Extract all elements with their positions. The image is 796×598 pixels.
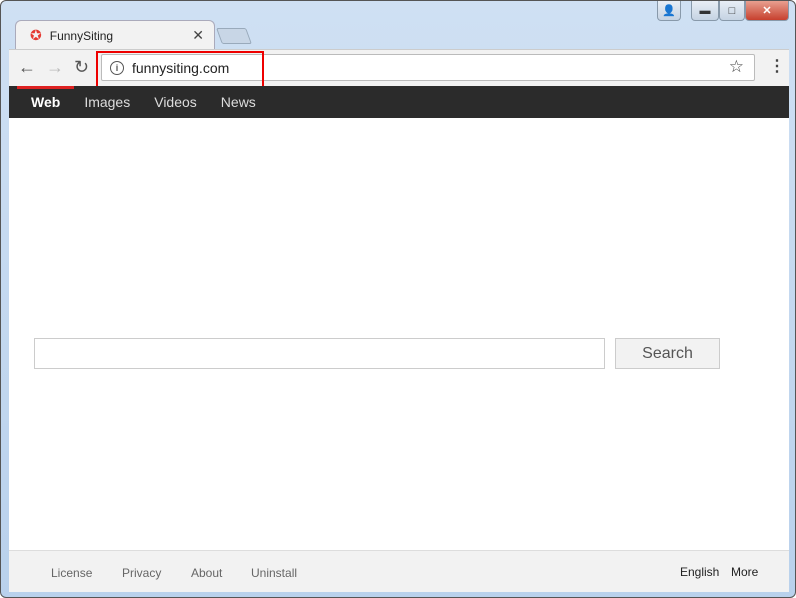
- footer-about[interactable]: About: [191, 566, 222, 580]
- minimize-button[interactable]: ▬: [691, 1, 719, 21]
- profile-button[interactable]: 👤: [657, 1, 681, 21]
- kebab-menu-icon[interactable]: ⋮: [769, 56, 785, 76]
- highlight-box: [96, 51, 264, 91]
- close-window-button[interactable]: ✕: [745, 1, 789, 21]
- star-icon[interactable]: ☆: [729, 57, 744, 77]
- new-tab-button[interactable]: [216, 28, 252, 44]
- nav-news[interactable]: News: [209, 86, 268, 118]
- search-button[interactable]: Search: [615, 338, 720, 369]
- footer: License Privacy About Uninstall English …: [9, 550, 789, 592]
- nav-images[interactable]: Images: [72, 86, 142, 118]
- reload-icon[interactable]: ↻: [74, 57, 89, 78]
- nav-web[interactable]: Web: [16, 86, 75, 118]
- red-star-icon: ✪: [30, 27, 42, 43]
- footer-license[interactable]: License: [51, 566, 92, 580]
- footer-privacy[interactable]: Privacy: [122, 566, 161, 580]
- search-input[interactable]: [34, 338, 605, 369]
- search-nav: Web Images Videos News: [9, 86, 789, 118]
- browser-window: 👤 ▬ □ ✕ ✪ FunnySiting ✕ ← → ↻ i funnysit…: [0, 0, 796, 598]
- page-content: Search: [9, 118, 789, 550]
- maximize-button[interactable]: □: [719, 1, 745, 21]
- nav-videos[interactable]: Videos: [142, 86, 209, 118]
- footer-uninstall[interactable]: Uninstall: [251, 566, 297, 580]
- back-arrow-icon[interactable]: ←: [18, 57, 36, 78]
- footer-language[interactable]: English: [680, 565, 719, 579]
- forward-arrow-icon[interactable]: →: [46, 57, 64, 78]
- close-icon[interactable]: ✕: [192, 27, 204, 44]
- footer-more[interactable]: More: [731, 565, 758, 579]
- tab-title: FunnySiting: [49, 28, 114, 43]
- browser-tab[interactable]: ✪ FunnySiting ✕: [15, 20, 215, 50]
